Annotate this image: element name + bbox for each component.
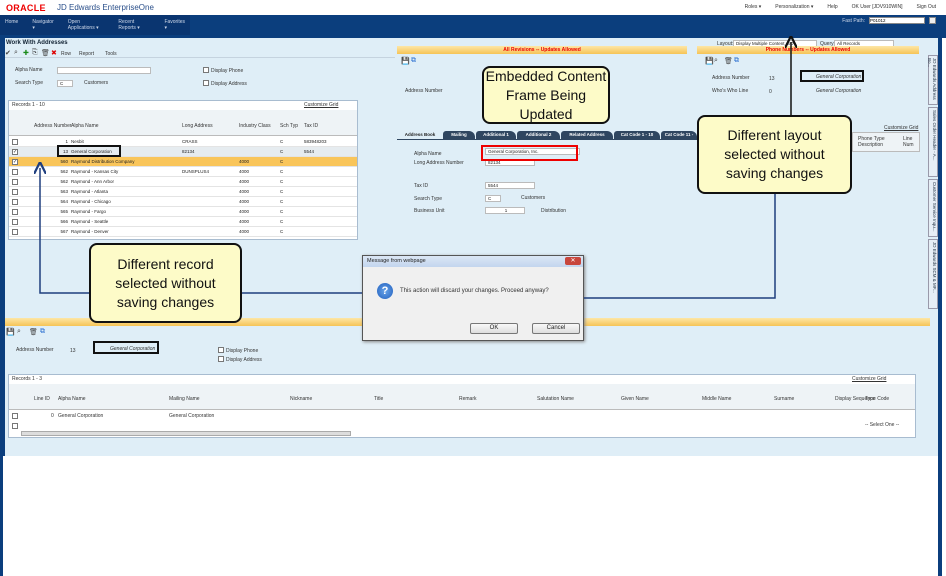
highlight-phone-name [800, 70, 864, 82]
arrow-layout-dialog [584, 194, 776, 299]
highlight-grid-record [57, 145, 121, 157]
callout-record: Different record selected without saving… [89, 243, 242, 323]
arrow-record [40, 168, 89, 294]
callout-embedded-frame: Embedded Content Frame Being Updated [482, 66, 610, 124]
highlight-alpha-name [481, 145, 578, 161]
highlight-bottom-name [93, 341, 159, 354]
callout-layout: Different layout selected without saving… [697, 115, 852, 194]
